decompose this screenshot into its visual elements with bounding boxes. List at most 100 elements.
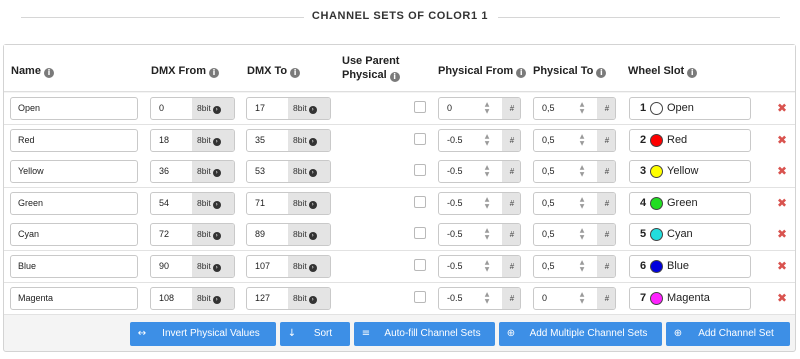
wheel-slot-select[interactable]: 3 Yellow [629,160,751,184]
use-parent-physical-checkbox[interactable] [414,227,426,240]
use-parent-physical-checkbox[interactable] [414,132,426,145]
bit-depth-toggle[interactable]: 8bit › [192,98,234,119]
info-icon[interactable]: i [596,68,607,78]
invert-physical-values-button[interactable]: ↔ Invert Physical Values [130,322,276,346]
dmx-from-field[interactable]: 90 8bit › [150,255,235,278]
wheel-slot-select[interactable]: 7 Magenta [629,286,751,310]
channel-name-input[interactable]: Red [10,128,138,152]
physical-from-value[interactable]: -0.5 [439,161,485,182]
physical-to-value[interactable]: 0,5 [534,130,580,151]
unit-toggle[interactable]: # [502,287,520,309]
physical-to-value[interactable]: 0,5 [534,98,580,119]
channel-name-input[interactable]: Magenta [10,286,138,310]
dmx-to-field[interactable]: 17 8bit › [246,97,331,120]
physical-to-value[interactable]: 0 [534,288,580,309]
wheel-slot-select[interactable]: 4 Green [629,191,751,215]
dmx-from-value[interactable]: 0 [151,98,192,119]
dmx-to-value[interactable]: 71 [247,193,288,214]
dmx-from-field[interactable]: 108 8bit › [150,286,235,310]
physical-to-field[interactable]: 0,5 ▲ ▼ # [533,160,616,184]
dmx-from-field[interactable]: 72 8bit › [150,223,235,247]
bit-depth-toggle[interactable]: 8bit › [288,161,330,183]
physical-from-value[interactable]: 0 [439,98,485,119]
physical-from-value[interactable]: -0.5 [439,130,485,151]
unit-toggle[interactable]: # [502,98,520,119]
physical-from-field[interactable]: -0.5 ▲ ▼ # [438,286,521,310]
bit-depth-toggle[interactable]: 8bit › [192,192,234,214]
dmx-from-field[interactable]: 36 8bit › [150,160,235,184]
bit-depth-toggle[interactable]: 8bit › [192,161,234,183]
physical-from-field[interactable]: -0.5 ▲ ▼ # [438,223,521,247]
stepper-icon[interactable]: ▲ ▼ [482,133,492,148]
channel-name-input[interactable]: Blue [10,255,138,278]
info-icon[interactable]: i [290,68,301,78]
channel-name-input[interactable]: Open [10,97,138,120]
bit-depth-toggle[interactable]: 8bit › [288,98,330,119]
use-parent-physical-checkbox[interactable] [414,259,426,271]
stepper-icon[interactable]: ▲ ▼ [577,259,587,274]
dmx-from-value[interactable]: 18 [151,130,192,151]
stepper-icon[interactable]: ▲ ▼ [577,291,587,306]
stepper-icon[interactable]: ▲ ▼ [577,133,587,148]
physical-from-value[interactable]: -0.5 [439,288,485,309]
channel-name-input[interactable]: Cyan [10,223,138,247]
physical-to-field[interactable]: 0,5 ▲ ▼ # [533,191,616,215]
dmx-to-field[interactable]: 89 8bit › [246,223,331,247]
unit-toggle[interactable]: # [597,161,615,183]
stepper-icon[interactable]: ▲ ▼ [482,164,492,179]
info-icon[interactable]: i [209,68,219,78]
stepper-icon[interactable]: ▲ ▼ [482,259,492,274]
add-channel-set-button[interactable]: ⊕ Add Channel Set [666,322,790,346]
physical-to-field[interactable]: 0,5 ▲ ▼ # [533,97,616,120]
dmx-to-field[interactable]: 127 8bit › [246,286,331,310]
dmx-to-field[interactable]: 107 8bit › [246,255,331,278]
auto-fill-channel-sets-button[interactable]: ≡ Auto-fill Channel Sets [354,322,495,346]
close-icon[interactable]: ✖ [775,226,789,242]
stepper-icon[interactable]: ▲ ▼ [577,227,587,242]
stepper-icon[interactable]: ▲ ▼ [482,196,492,211]
info-icon[interactable]: i [687,68,698,78]
add-multiple-channel-sets-button[interactable]: ⊕ Add Multiple Channel Sets [499,322,662,346]
wheel-slot-select[interactable]: 6 Blue [629,255,751,278]
use-parent-physical-checkbox[interactable] [414,195,426,208]
bit-depth-toggle[interactable]: 8bit › [192,256,234,277]
wheel-slot-select[interactable]: 2 Red [629,128,751,152]
dmx-to-field[interactable]: 71 8bit › [246,191,331,215]
dmx-to-value[interactable]: 107 [247,256,288,277]
physical-to-field[interactable]: 0 ▲ ▼ # [533,286,616,310]
close-icon[interactable]: ✖ [775,258,789,274]
unit-toggle[interactable]: # [502,192,520,214]
dmx-to-value[interactable]: 89 [247,224,288,245]
bit-depth-toggle[interactable]: 8bit › [288,129,330,151]
physical-from-value[interactable]: -0.5 [439,256,485,277]
unit-toggle[interactable]: # [502,161,520,183]
info-icon[interactable]: i [389,72,400,82]
stepper-icon[interactable]: ▲ ▼ [577,196,587,211]
unit-toggle[interactable]: # [502,224,520,246]
bit-depth-toggle[interactable]: 8bit › [192,129,234,151]
info-icon[interactable]: i [43,68,54,78]
bit-depth-toggle[interactable]: 8bit › [192,224,234,246]
wheel-slot-select[interactable]: 5 Cyan [629,223,751,247]
wheel-slot-select[interactable]: 1 Open [629,97,751,120]
bit-depth-toggle[interactable]: 8bit › [192,287,234,309]
dmx-from-value[interactable]: 72 [151,224,192,245]
channel-name-input[interactable]: Yellow [10,160,138,184]
dmx-from-value[interactable]: 36 [151,161,192,182]
stepper-icon[interactable]: ▲ ▼ [482,291,492,306]
stepper-icon[interactable]: ▲ ▼ [577,101,587,116]
dmx-from-value[interactable]: 90 [151,256,192,277]
unit-toggle[interactable]: # [597,129,615,151]
unit-toggle[interactable]: # [502,129,520,151]
physical-to-value[interactable]: 0,5 [534,224,580,245]
dmx-to-value[interactable]: 53 [247,161,288,182]
bit-depth-toggle[interactable]: 8bit › [288,192,330,214]
unit-toggle[interactable]: # [502,256,520,277]
physical-to-field[interactable]: 0,5 ▲ ▼ # [533,223,616,247]
dmx-to-value[interactable]: 127 [247,288,288,309]
dmx-from-field[interactable]: 54 8bit › [150,191,235,215]
use-parent-physical-checkbox[interactable] [414,164,426,177]
dmx-from-value[interactable]: 108 [151,288,192,309]
close-icon[interactable]: ✖ [775,100,789,116]
bit-depth-toggle[interactable]: 8bit › [288,256,330,277]
